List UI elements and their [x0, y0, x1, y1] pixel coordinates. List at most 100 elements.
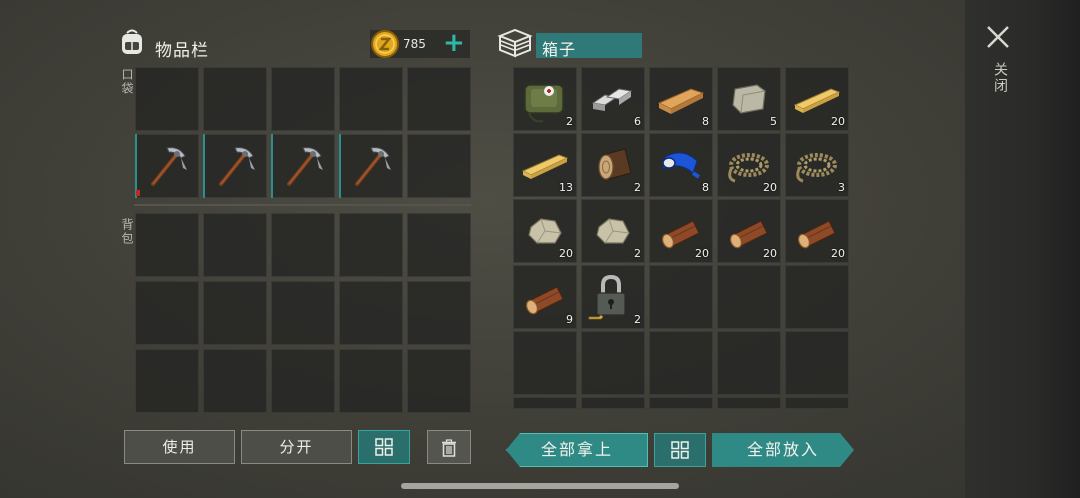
item-quantity: 2 — [634, 247, 641, 260]
pocket-slot[interactable] — [135, 134, 199, 198]
container-slot[interactable]: 2 — [581, 133, 645, 197]
metal-ingot-icon — [591, 88, 633, 111]
container-slot[interactable]: 2 — [581, 265, 645, 329]
container-title: 箱子 — [542, 40, 577, 59]
item-quantity: 2 — [634, 313, 641, 326]
item-quantity: 8 — [702, 181, 709, 194]
pickaxe-icon — [355, 147, 391, 186]
container-slot[interactable] — [513, 397, 577, 409]
container-slot[interactable]: 2 — [581, 199, 645, 263]
container-slot[interactable]: 20 — [513, 199, 577, 263]
first-aid-bag-icon — [524, 84, 564, 123]
pickaxe-icon — [287, 147, 323, 186]
take-all-button[interactable]: 全部拿上 — [506, 433, 648, 467]
item-quantity: 20 — [831, 247, 845, 260]
padlock-icon — [588, 274, 626, 320]
container-slot[interactable] — [717, 265, 781, 329]
container-slot[interactable]: 20 — [717, 199, 781, 263]
container-slot[interactable] — [785, 331, 849, 395]
container-slot[interactable]: 9 — [513, 265, 577, 329]
container-slot[interactable]: 2 — [513, 67, 577, 131]
container-slot[interactable] — [649, 265, 713, 329]
coin-amount: 785 — [403, 37, 426, 51]
container-slot[interactable] — [785, 397, 849, 409]
container-slot[interactable]: 6 — [581, 67, 645, 131]
container-slot[interactable]: 20 — [785, 199, 849, 263]
container-slot[interactable]: 5 — [717, 67, 781, 131]
pocket-slot[interactable] — [271, 134, 335, 198]
backpack-slot[interactable] — [203, 281, 267, 345]
add-coins-button[interactable]: + — [443, 29, 465, 57]
backpack-slot[interactable] — [339, 281, 403, 345]
container-slot[interactable] — [581, 397, 645, 409]
backpack-slot[interactable] — [339, 213, 403, 277]
backpack-label: 背包 — [120, 218, 134, 246]
item-quantity: 20 — [559, 247, 573, 260]
backpack-slot[interactable] — [203, 213, 267, 277]
container-slot[interactable] — [513, 331, 577, 395]
pocket-slot[interactable] — [407, 67, 471, 131]
item-quantity: 13 — [559, 181, 573, 194]
pickaxe-icon — [151, 147, 187, 186]
container-sort-grid-button[interactable] — [654, 433, 706, 467]
container-slot[interactable] — [649, 397, 713, 409]
container-slot[interactable]: 3 — [785, 133, 849, 197]
container-slot[interactable] — [649, 331, 713, 395]
split-button[interactable]: 分开 — [241, 430, 352, 464]
backpack-slot[interactable] — [271, 281, 335, 345]
pocket-slot[interactable] — [339, 67, 403, 131]
pocket-slot[interactable] — [271, 67, 335, 131]
backpack-slot[interactable] — [135, 349, 199, 413]
pocket-slot[interactable] — [135, 67, 199, 131]
container-slot[interactable] — [717, 331, 781, 395]
close-icon[interactable] — [983, 22, 1013, 52]
pickaxe-icon — [219, 147, 255, 186]
close-label[interactable]: 关闭 — [988, 62, 1008, 94]
item-quantity: 2 — [566, 115, 573, 128]
container-slot[interactable]: 20 — [649, 199, 713, 263]
grid-icon — [671, 441, 689, 459]
item-quantity: 9 — [566, 313, 573, 326]
coin-icon — [371, 30, 399, 58]
container-slot[interactable] — [581, 331, 645, 395]
backpack-slot[interactable] — [339, 349, 403, 413]
use-button[interactable]: 使用 — [124, 430, 235, 464]
backpack-slot[interactable] — [271, 349, 335, 413]
container-slot[interactable]: 20 — [785, 67, 849, 131]
backpack-slot[interactable] — [407, 349, 471, 413]
container-slot[interactable] — [785, 265, 849, 329]
item-quantity: 2 — [634, 181, 641, 194]
backpack-slot[interactable] — [271, 213, 335, 277]
container-slot[interactable]: 20 — [717, 133, 781, 197]
trash-button[interactable] — [427, 430, 471, 464]
container-slot[interactable]: 8 — [649, 67, 713, 131]
backpack-slot[interactable] — [407, 281, 471, 345]
container-slot[interactable]: 8 — [649, 133, 713, 197]
pocket-slot[interactable] — [407, 134, 471, 198]
stone-icon — [596, 218, 630, 244]
stone-block-icon — [732, 84, 766, 114]
grid-icon — [375, 438, 393, 456]
sort-grid-button[interactable] — [358, 430, 410, 464]
rope-icon — [796, 153, 837, 183]
item-quantity: 20 — [831, 115, 845, 128]
item-quantity: 8 — [702, 115, 709, 128]
put-all-button[interactable]: 全部放入 — [712, 433, 854, 467]
durability-marker — [136, 190, 140, 196]
wood-plank-icon — [657, 88, 705, 114]
item-quantity: 20 — [763, 247, 777, 260]
item-quantity: 20 — [763, 181, 777, 194]
item-quantity: 5 — [770, 115, 777, 128]
pocket-slot[interactable] — [203, 134, 267, 198]
container-slot[interactable] — [717, 397, 781, 409]
backpack-slot[interactable] — [203, 349, 267, 413]
inventory-title: 物品栏 — [155, 41, 209, 61]
pocket-label: 口袋 — [120, 68, 134, 96]
backpack-slot[interactable] — [135, 213, 199, 277]
pocket-slot[interactable] — [339, 134, 403, 198]
pocket-slot[interactable] — [203, 67, 267, 131]
backpack-slot[interactable] — [407, 213, 471, 277]
container-slot[interactable]: 13 — [513, 133, 577, 197]
backpack-slot[interactable] — [135, 281, 199, 345]
box-icon — [497, 28, 533, 58]
